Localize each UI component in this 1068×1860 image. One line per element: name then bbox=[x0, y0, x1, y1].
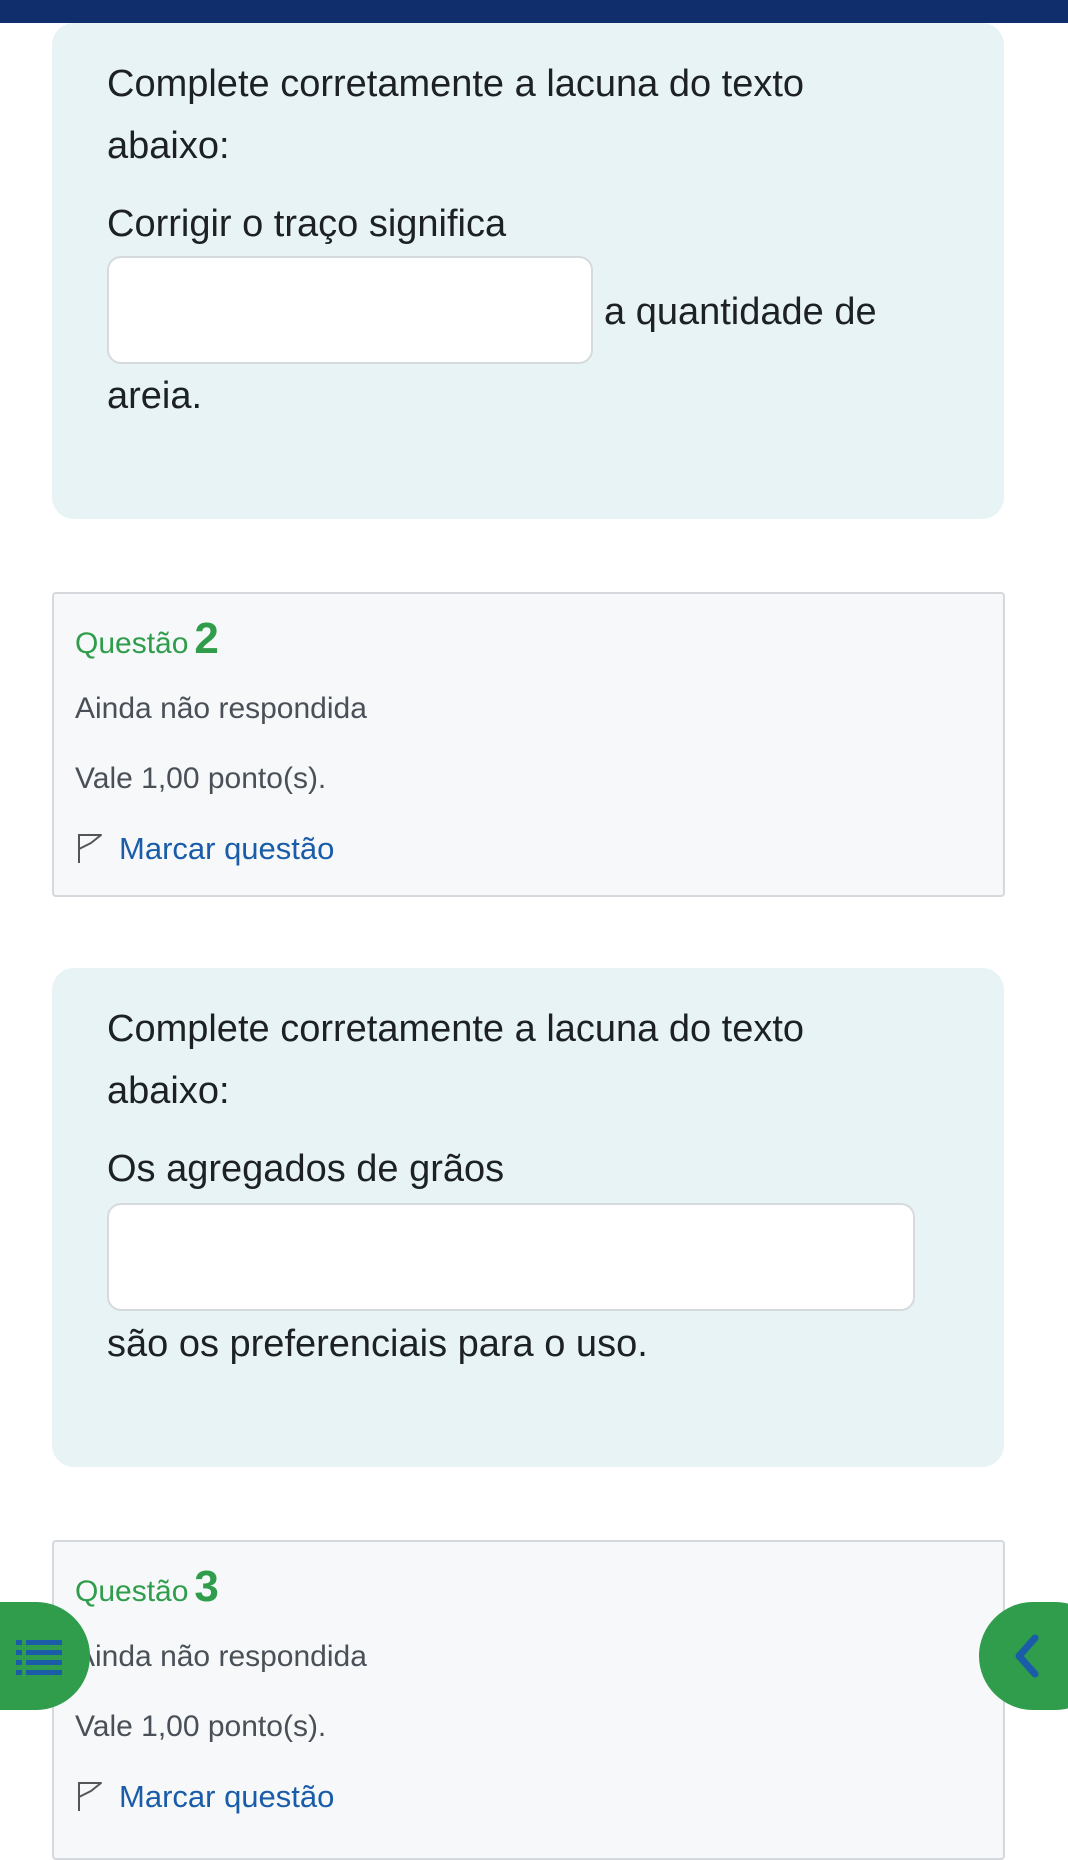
question-1-text-box: Complete corretamente a lacuna do texto … bbox=[52, 23, 1004, 519]
question-3-points: Vale 1,00 ponto(s). bbox=[75, 1710, 327, 1743]
question-3-heading: Questão 3 bbox=[75, 1565, 219, 1609]
flag-icon bbox=[75, 1780, 105, 1818]
question-2-instruction-line1: Complete corretamente a lacuna do texto bbox=[107, 1008, 805, 1050]
question-2-info-panel: Questão 2 Ainda não respondida Vale 1,00 … bbox=[52, 592, 1005, 897]
question-2-points: Vale 1,00 ponto(s). bbox=[75, 762, 327, 795]
question-1-instruction-line2: abaixo: bbox=[107, 125, 230, 167]
question-2-status: Ainda não respondida bbox=[75, 692, 367, 725]
question-2-instruction-line2: abaixo: bbox=[107, 1070, 230, 1112]
top-header-bar bbox=[0, 0, 1068, 23]
question-1-sentence-end: areia. bbox=[107, 375, 203, 417]
question-1-sentence-after-blank: a quantidade de bbox=[604, 291, 877, 333]
question-2-sentence-start: Os agregados de grãos bbox=[107, 1148, 505, 1190]
chevron-left-icon bbox=[1011, 1634, 1041, 1683]
question-label: Questão bbox=[75, 627, 189, 660]
question-label: Questão bbox=[75, 1575, 189, 1608]
flag-icon bbox=[75, 832, 105, 870]
question-2-flag-link[interactable]: Marcar questão bbox=[75, 832, 334, 870]
question-number: 2 bbox=[194, 614, 219, 663]
question-2-heading: Questão 2 bbox=[75, 617, 219, 661]
flag-link-label[interactable]: Marcar questão bbox=[119, 831, 334, 866]
question-3-status: Ainda não respondida bbox=[75, 1640, 367, 1673]
question-1-sentence-start: Corrigir o traço significa bbox=[107, 203, 507, 245]
list-icon bbox=[16, 1638, 62, 1681]
question-3-info-panel: Questão 3 Ainda não respondida Vale 1,00 … bbox=[52, 1540, 1005, 1860]
flag-link-label[interactable]: Marcar questão bbox=[119, 1779, 334, 1814]
question-2-answer-input[interactable] bbox=[107, 1203, 915, 1311]
question-2-sentence-end: são os preferenciais para o uso. bbox=[107, 1323, 648, 1365]
question-3-flag-link[interactable]: Marcar questão bbox=[75, 1780, 334, 1818]
question-1-answer-input[interactable] bbox=[107, 256, 593, 364]
question-number: 3 bbox=[194, 1562, 219, 1611]
question-1-instruction-line1: Complete corretamente a lacuna do texto bbox=[107, 63, 805, 105]
question-2-text-box: Complete corretamente a lacuna do texto … bbox=[52, 968, 1004, 1467]
